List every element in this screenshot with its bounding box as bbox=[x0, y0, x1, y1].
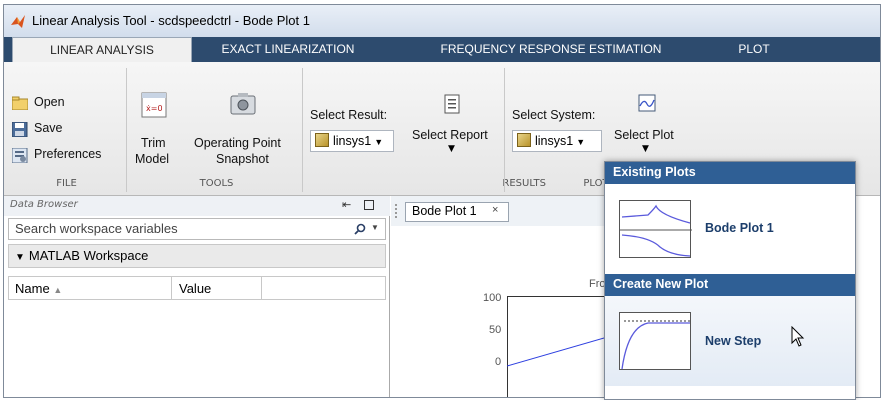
trim-model-button[interactable]: ẋ=0 Trim Model bbox=[132, 90, 178, 170]
y-tick-0: 0 bbox=[495, 356, 502, 368]
ribbon-tabs: LINEAR ANALYSIS EXACT LINEARIZATION FREQ… bbox=[4, 37, 880, 62]
chevron-down-icon: ▼ bbox=[576, 137, 586, 147]
data-browser-panel: Data Browser ⇤ Search workspace variable… bbox=[4, 196, 390, 397]
select-plot-label: Select Plot bbox=[614, 128, 674, 142]
linsys-cube-icon bbox=[517, 133, 531, 147]
op-snapshot-label-line1: Operating Point bbox=[194, 136, 281, 150]
create-new-plot-header: Create New Plot bbox=[605, 274, 855, 296]
tab-frequency-response-estimation[interactable]: FREQUENCY RESPONSE ESTIMATION bbox=[426, 37, 676, 62]
select-result-label: Select Result: bbox=[310, 108, 388, 122]
divider bbox=[126, 68, 127, 192]
select-system-dropdown[interactable]: linsys1 ▼ bbox=[512, 130, 602, 152]
bode-magnitude-line bbox=[507, 335, 611, 367]
bode-plot-tab-label: Bode Plot 1 bbox=[412, 204, 477, 218]
preferences-button[interactable]: Preferences bbox=[12, 146, 132, 166]
pin-icon[interactable]: ⇤ bbox=[342, 198, 351, 211]
select-plot-menu: Existing Plots Bode Plot 1 Create New Pl… bbox=[604, 161, 856, 400]
document-grip-icon bbox=[395, 204, 401, 218]
results-group-label: RESULTS bbox=[502, 178, 546, 189]
op-snapshot-label-line2: Snapshot bbox=[216, 152, 269, 166]
mouse-cursor-icon bbox=[791, 326, 805, 347]
y-tick-50: 50 bbox=[489, 324, 502, 336]
report-icon bbox=[444, 94, 460, 114]
step-plot-thumbnail bbox=[619, 312, 691, 370]
select-plot-button[interactable]: Select Plot ▼ bbox=[610, 92, 686, 162]
matlab-workspace-header[interactable]: ▼ MATLAB Workspace bbox=[8, 244, 386, 268]
window-title: Linear Analysis Tool - scdspeedctrl - Bo… bbox=[32, 13, 310, 28]
select-system-value: linsys1 bbox=[535, 134, 574, 148]
select-report-label: Select Report bbox=[412, 128, 488, 142]
search-workspace-input[interactable]: Search workspace variables ▼ bbox=[8, 218, 386, 240]
search-placeholder: Search workspace variables bbox=[15, 221, 178, 236]
title-bar: Linear Analysis Tool - scdspeedctrl - Bo… bbox=[4, 5, 880, 37]
workspace-table-header: Name ▲ Value bbox=[8, 276, 386, 300]
bode-plot-canvas: Fro 100 50 0 bbox=[391, 226, 611, 397]
bode-plot-thumbnail bbox=[619, 200, 692, 258]
chevron-down-icon: ▼ bbox=[374, 137, 384, 147]
select-result-value: linsys1 bbox=[333, 134, 372, 148]
collapse-triangle-icon: ▼ bbox=[15, 252, 25, 263]
existing-plot-label: Bode Plot 1 bbox=[705, 221, 774, 235]
select-result-dropdown[interactable]: linsys1 ▼ bbox=[310, 130, 394, 152]
select-system-label: Select System: bbox=[512, 108, 596, 122]
select-report-button[interactable]: Select Report ▼ bbox=[408, 92, 498, 162]
name-column-label: Name bbox=[15, 281, 50, 296]
existing-plots-header: Existing Plots bbox=[605, 162, 855, 184]
search-icon[interactable] bbox=[354, 223, 366, 235]
open-button[interactable]: Open bbox=[12, 94, 122, 114]
plot-icon bbox=[638, 94, 656, 112]
trim-label-line1: Trim bbox=[141, 136, 166, 150]
existing-plot-bode-plot-1[interactable]: Bode Plot 1 bbox=[605, 184, 855, 272]
save-button[interactable]: Save bbox=[12, 120, 122, 140]
matlab-logo-icon bbox=[11, 15, 25, 28]
data-browser-header: Data Browser ⇤ bbox=[4, 196, 390, 216]
preferences-icon bbox=[12, 148, 28, 163]
data-browser-title: Data Browser bbox=[10, 199, 78, 210]
preferences-label: Preferences bbox=[34, 147, 102, 161]
column-divider bbox=[261, 277, 262, 299]
bode-plot-1-tab[interactable]: Bode Plot 1 × bbox=[405, 202, 509, 222]
sort-ascending-icon: ▲ bbox=[53, 285, 63, 295]
tab-exact-linearization[interactable]: EXACT LINEARIZATION bbox=[208, 37, 368, 62]
step-thumbnail-icon bbox=[621, 320, 690, 370]
svg-text:ẋ=0: ẋ=0 bbox=[146, 104, 163, 113]
save-disk-icon bbox=[12, 122, 28, 137]
file-group-label: FILE bbox=[56, 178, 77, 189]
linsys-cube-icon bbox=[315, 133, 329, 147]
tools-group-label: TOOLS bbox=[199, 178, 234, 189]
trim-model-icon: ẋ=0 bbox=[141, 92, 167, 118]
close-tab-icon[interactable]: × bbox=[492, 204, 498, 216]
trim-label-line2: Model bbox=[135, 152, 170, 166]
chevron-down-icon: ▼ bbox=[448, 144, 455, 154]
value-column-header[interactable]: Value bbox=[179, 281, 211, 296]
divider bbox=[504, 68, 505, 192]
save-label: Save bbox=[34, 121, 63, 135]
tab-linear-analysis[interactable]: LINEAR ANALYSIS bbox=[12, 37, 192, 62]
tab-plot[interactable]: PLOT bbox=[719, 37, 789, 62]
maximize-icon[interactable] bbox=[364, 200, 374, 210]
new-step-plot-option[interactable]: New Step bbox=[605, 296, 855, 386]
folder-icon bbox=[12, 96, 28, 110]
camera-icon bbox=[230, 93, 256, 115]
column-divider bbox=[171, 277, 172, 299]
name-column-header[interactable]: Name ▲ bbox=[15, 281, 62, 296]
divider bbox=[302, 68, 303, 192]
open-label: Open bbox=[34, 95, 65, 109]
y-tick-100: 100 bbox=[483, 292, 502, 304]
bode-thumbnail-icon bbox=[620, 204, 692, 257]
operating-point-snapshot-button[interactable]: Operating Point Snapshot bbox=[190, 90, 300, 170]
workspace-title: MATLAB Workspace bbox=[28, 248, 149, 263]
chevron-down-icon[interactable]: ▼ bbox=[371, 223, 379, 232]
plot-document-area: Bode Plot 1 × Fro 100 50 0 bbox=[391, 196, 611, 397]
chevron-down-icon: ▼ bbox=[642, 144, 649, 154]
new-step-label: New Step bbox=[705, 334, 762, 348]
